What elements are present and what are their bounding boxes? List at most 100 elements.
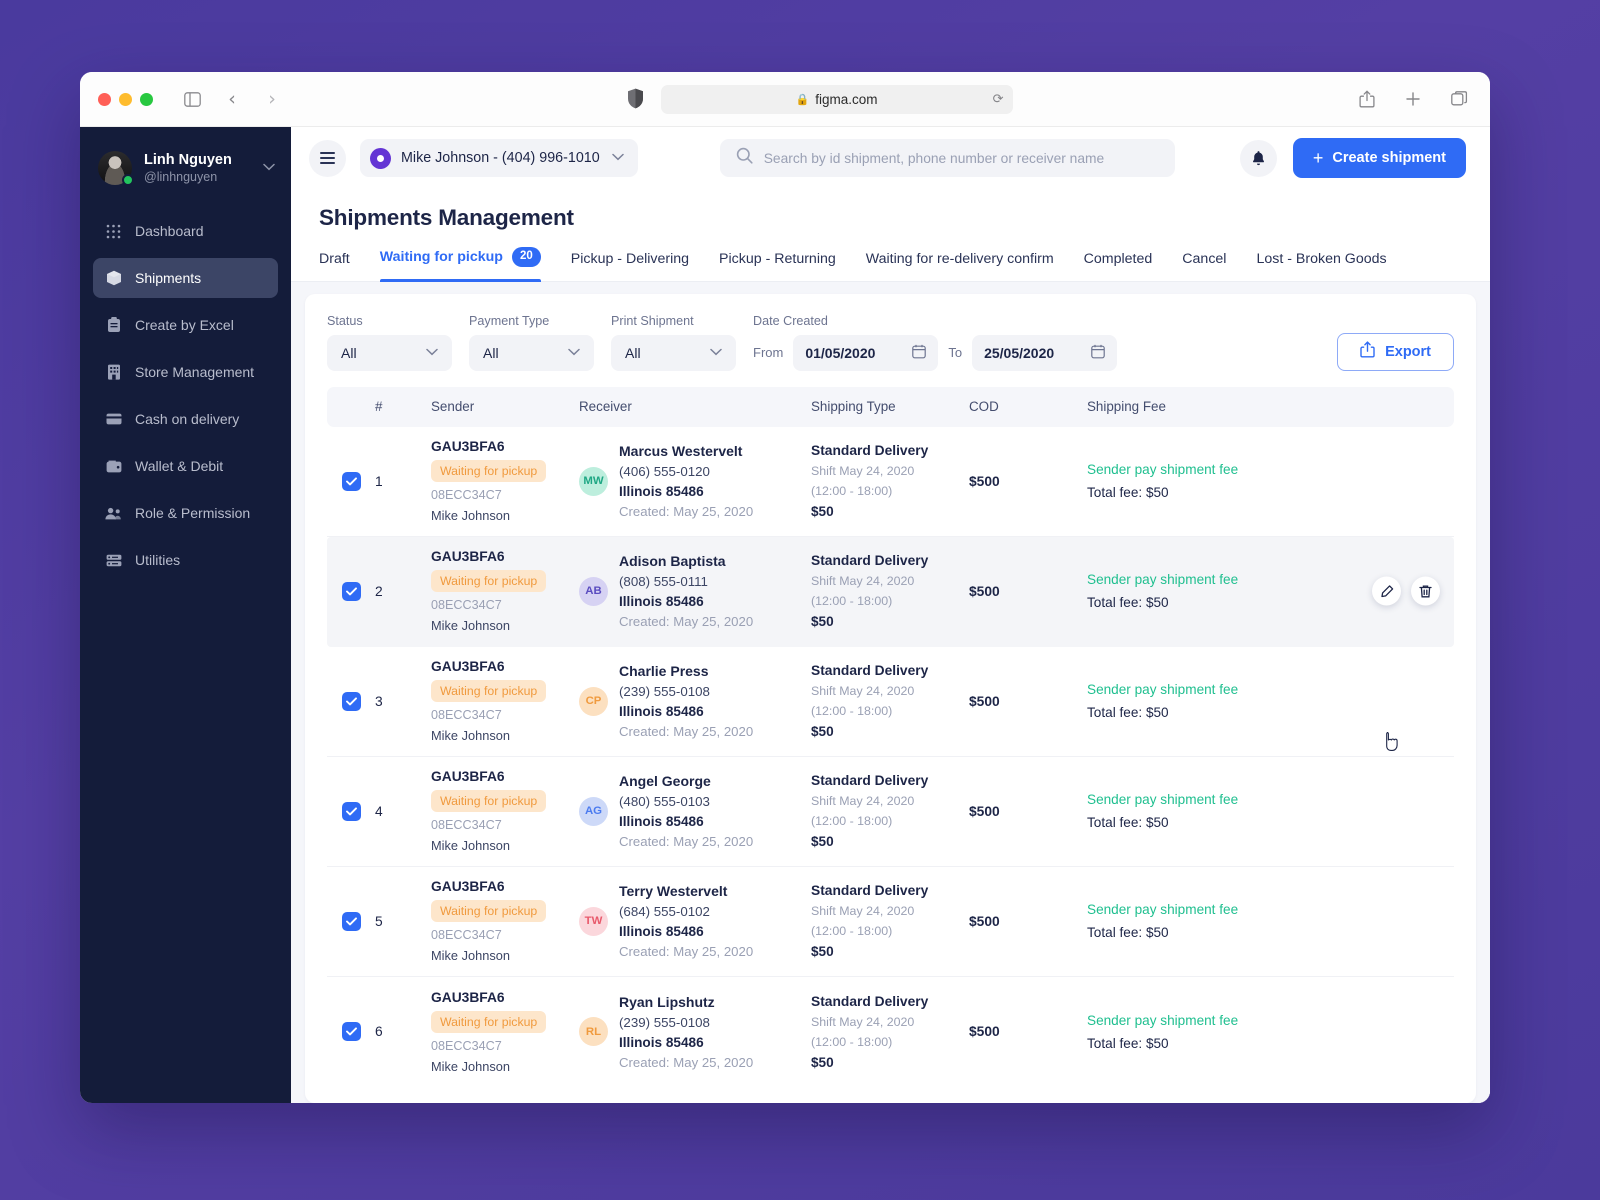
sidebar-toggle-icon[interactable] bbox=[179, 86, 205, 112]
status-badge: Waiting for pickup bbox=[431, 900, 547, 923]
tab-label: Waiting for re-delivery confirm bbox=[865, 250, 1054, 267]
fee-payer: Sender pay shipment fee bbox=[1087, 1012, 1239, 1028]
shipping-type: Standard Delivery bbox=[811, 553, 929, 569]
shipping-type: Standard Delivery bbox=[811, 883, 929, 899]
sidebar-item-utilities[interactable]: Utilities bbox=[93, 540, 278, 580]
chevron-down-icon bbox=[426, 347, 438, 359]
tab-waiting-for-pickup[interactable]: Waiting for pickup 20 bbox=[379, 247, 541, 282]
shipments-table: # Sender Receiver Shipping Type COD Ship… bbox=[305, 386, 1476, 1103]
shipping-shift: Shift May 24, 2020 bbox=[811, 574, 915, 589]
sidebar-item-create-by-excel[interactable]: Create by Excel bbox=[93, 305, 278, 345]
back-arrow-icon[interactable]: ‹ bbox=[219, 86, 245, 112]
chevron-down-icon[interactable] bbox=[263, 162, 275, 174]
main-content: Mike Johnson - (404) 996-1010 Search by … bbox=[291, 127, 1490, 1103]
search-input[interactable] bbox=[763, 150, 1159, 166]
delete-row-button[interactable] bbox=[1411, 576, 1440, 606]
sidebar-item-dashboard[interactable]: Dashboard bbox=[93, 211, 278, 251]
payment-type-select[interactable]: All bbox=[469, 334, 594, 371]
share-icon[interactable] bbox=[1354, 86, 1380, 112]
table-row[interactable]: 5 GAU3BFA6 Waiting for pickup 08ECC34C7 … bbox=[327, 867, 1454, 977]
shipping-price: $50 bbox=[811, 614, 834, 630]
sidebar-item-wallet-and-debit[interactable]: Wallet & Debit bbox=[93, 446, 278, 486]
print-shipment-select[interactable]: All bbox=[611, 334, 736, 371]
bell-icon[interactable] bbox=[1239, 139, 1277, 177]
table-row[interactable]: 6 GAU3BFA6 Waiting for pickup 08ECC34C7 … bbox=[327, 977, 1454, 1087]
status-badge: Waiting for pickup bbox=[431, 680, 547, 703]
shipping-shift: Shift May 24, 2020 bbox=[811, 464, 915, 479]
row-number: 1 bbox=[375, 473, 383, 489]
sender-name: Mike Johnson bbox=[431, 1058, 510, 1074]
date-from-prefix: From bbox=[753, 345, 784, 361]
sidebar-nav: Dashboard Shipments Create by Excel Stor… bbox=[80, 205, 291, 580]
status-select[interactable]: All bbox=[327, 334, 452, 371]
fee-total: Total fee: $50 bbox=[1087, 705, 1169, 721]
filter-bar: Status All Payment Type All Print Shipme… bbox=[305, 294, 1476, 387]
grid-icon bbox=[105, 223, 122, 240]
receiver-phone: (406) 555-0120 bbox=[619, 464, 710, 480]
sender-code: 08ECC34C7 bbox=[431, 928, 502, 943]
calendar-icon[interactable] bbox=[1091, 344, 1105, 362]
shield-icon[interactable] bbox=[627, 88, 645, 110]
upload-icon bbox=[1360, 341, 1375, 362]
maximize-window-button[interactable] bbox=[140, 92, 153, 106]
shipping-price: $50 bbox=[811, 834, 834, 850]
row-checkbox[interactable] bbox=[341, 1022, 361, 1042]
new-tab-icon[interactable] bbox=[1400, 86, 1426, 112]
edit-row-button[interactable] bbox=[1372, 576, 1401, 606]
status-badge: Waiting for pickup bbox=[431, 460, 547, 483]
shipment-id: GAU3BFA6 bbox=[431, 439, 505, 455]
sidebar-item-cash-on-delivery[interactable]: Cash on delivery bbox=[93, 399, 278, 439]
location-selector[interactable]: Mike Johnson - (404) 996-1010 bbox=[360, 139, 638, 177]
search-box[interactable] bbox=[719, 139, 1175, 177]
table-row[interactable]: 3 GAU3BFA6 Waiting for pickup 08ECC34C7 … bbox=[327, 647, 1454, 757]
close-window-button[interactable] bbox=[98, 92, 111, 106]
shipping-time-window: (12:00 - 18:00) bbox=[811, 704, 893, 719]
table-row[interactable]: 4 GAU3BFA6 Waiting for pickup 08ECC34C7 … bbox=[327, 757, 1454, 867]
export-button-label: Export bbox=[1385, 343, 1431, 360]
minimize-window-button[interactable] bbox=[119, 92, 132, 106]
sender-name: Mike Johnson bbox=[431, 508, 510, 524]
browser-window: ‹ › 🔒 figma.com ⟳ Linh Nguyen @linhnguye… bbox=[80, 72, 1490, 1103]
row-checkbox[interactable] bbox=[341, 471, 361, 491]
row-checkbox[interactable] bbox=[341, 691, 361, 711]
tab-overview-icon[interactable] bbox=[1446, 86, 1472, 112]
cell-receiver: CP Charlie Press (239) 555-0108 Illinois… bbox=[579, 663, 811, 739]
reload-icon[interactable]: ⟳ bbox=[993, 91, 1004, 107]
cell-sender: GAU3BFA6 Waiting for pickup 08ECC34C7 Mi… bbox=[431, 769, 579, 853]
window-traffic-lights[interactable] bbox=[98, 92, 153, 106]
forward-arrow-icon[interactable]: › bbox=[259, 86, 285, 112]
cell-shipping-fee: Sender pay shipment fee Total fee: $50 bbox=[1087, 462, 1454, 500]
tab-draft[interactable]: Draft bbox=[319, 251, 350, 281]
export-button[interactable]: Export bbox=[1337, 332, 1454, 371]
row-checkbox[interactable] bbox=[341, 911, 361, 931]
calendar-icon[interactable] bbox=[912, 344, 927, 362]
receiver-avatar: MW bbox=[579, 466, 608, 496]
server-icon bbox=[105, 552, 122, 569]
filter-date-created: Date Created From 01/05/2020 To 25/05/20… bbox=[753, 314, 1118, 371]
table-row[interactable]: 1 GAU3BFA6 Waiting for pickup 08ECC34C7 … bbox=[327, 427, 1454, 537]
table-row[interactable]: 2 GAU3BFA6 Waiting for pickup 08ECC34C7 … bbox=[327, 536, 1454, 647]
cell-sender: GAU3BFA6 Waiting for pickup 08ECC34C7 Mi… bbox=[431, 549, 579, 633]
fee-total: Total fee: $50 bbox=[1087, 485, 1169, 501]
tab-pickup-delivering[interactable]: Pickup - Delivering bbox=[571, 251, 689, 281]
filter-payment-type-label: Payment Type bbox=[469, 313, 550, 328]
sidebar-profile[interactable]: Linh Nguyen @linhnguyen bbox=[80, 137, 291, 205]
row-checkbox[interactable] bbox=[341, 801, 361, 821]
address-bar[interactable]: 🔒 figma.com ⟳ bbox=[660, 84, 1013, 114]
tab-cancel[interactable]: Cancel bbox=[1182, 251, 1226, 281]
date-to-input[interactable]: 25/05/2020 bbox=[972, 334, 1118, 371]
tab-waiting-for-re-delivery-confirm[interactable]: Waiting for re-delivery confirm bbox=[866, 251, 1054, 281]
sidebar-item-shipments[interactable]: Shipments bbox=[93, 258, 278, 299]
row-checkbox[interactable] bbox=[341, 581, 361, 601]
tab-completed[interactable]: Completed bbox=[1084, 251, 1153, 281]
tab-lost-broken-goods[interactable]: Lost - Broken Goods bbox=[1256, 251, 1386, 281]
sidebar-item-store-management[interactable]: Store Management bbox=[93, 352, 278, 392]
tab-pickup-returning[interactable]: Pickup - Returning bbox=[719, 251, 836, 281]
cell-shipping-fee: Sender pay shipment fee Total fee: $50 bbox=[1087, 902, 1454, 940]
create-shipment-button[interactable]: + Create shipment bbox=[1292, 138, 1466, 178]
clipboard-icon bbox=[105, 317, 122, 334]
fee-payer: Sender pay shipment fee bbox=[1087, 682, 1239, 698]
sidebar-item-role-and-permission[interactable]: Role & Permission bbox=[93, 493, 278, 533]
hamburger-icon[interactable] bbox=[309, 139, 346, 177]
date-from-input[interactable]: 01/05/2020 bbox=[793, 334, 939, 371]
